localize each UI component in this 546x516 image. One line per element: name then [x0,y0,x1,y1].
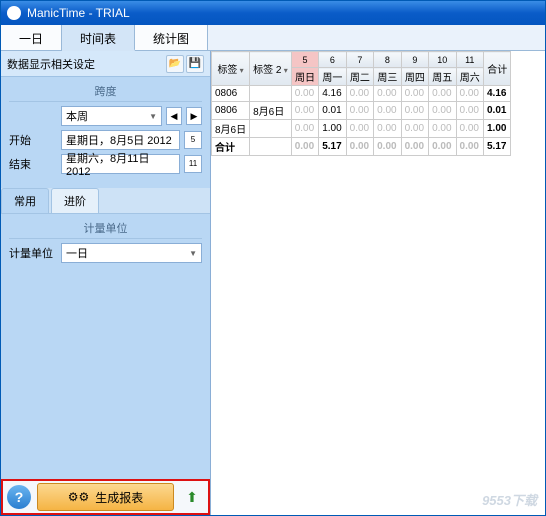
export-button[interactable]: ⬆ [180,485,204,509]
bottom-bar: ? ⚙⚙ 生成报表 ⬆ [1,479,210,515]
col-day-9[interactable]: 9 [401,52,428,68]
settings-header: 数据显示相关设定 [7,56,166,72]
table-row[interactable]: 08068月6日0.000.010.000.000.000.000.000.01 [212,102,511,120]
right-panel: 标签标签 2567891011合计周日周一周二周三周四周五周六08060.004… [211,51,545,515]
unit-label: 计量单位 [9,245,57,261]
col-day-8[interactable]: 8 [374,52,401,68]
generate-report-button[interactable]: ⚙⚙ 生成报表 [37,483,174,511]
col-tag1[interactable]: 标签 [212,52,250,86]
subtab-advanced[interactable]: 进阶 [51,188,99,213]
col-day-11[interactable]: 11 [456,52,483,68]
app-icon [7,6,21,20]
timesheet-grid[interactable]: 标签标签 2567891011合计周日周一周二周三周四周五周六08060.004… [211,51,511,156]
col-day-6[interactable]: 6 [319,52,346,68]
window-title: ManicTime - TRIAL [27,6,130,20]
tab-stats[interactable]: 统计图 [135,25,208,50]
period-dropdown[interactable]: 本周 [61,106,162,126]
table-row[interactable]: 8月6日0.001.000.000.000.000.000.001.00 [212,120,511,138]
help-button[interactable]: ? [7,485,31,509]
col-tag2[interactable]: 标签 2 [250,52,292,86]
start-label: 开始 [9,132,57,148]
start-calendar-icon[interactable]: 5 [184,131,202,149]
end-date-field[interactable]: 星期六，8月11日 2012 [61,154,180,174]
sub-tabs: 常用 进阶 [1,188,210,214]
end-calendar-icon[interactable]: 11 [184,155,202,173]
unit-section-title: 计量单位 [9,220,202,239]
col-day-10[interactable]: 10 [429,52,456,68]
col-total[interactable]: 合计 [484,52,511,86]
col-day-5[interactable]: 5 [291,52,318,68]
col-day-7[interactable]: 7 [346,52,373,68]
subtab-common[interactable]: 常用 [1,188,49,213]
table-row[interactable]: 08060.004.160.000.000.000.000.004.16 [212,86,511,102]
gears-icon: ⚙⚙ [68,490,90,504]
tab-day[interactable]: 一日 [1,25,62,50]
start-date-field[interactable]: 星期日，8月5日 2012 [61,130,180,150]
save-icon[interactable]: 💾 [186,55,204,73]
prev-period-button[interactable]: ◀ [166,107,182,125]
left-panel: 数据显示相关设定 📂 💾 跨度 本周 ◀ ▶ 开始 [1,51,211,515]
open-icon[interactable]: 📂 [166,55,184,73]
main-tabs: 一日 时间表 统计图 [1,25,545,51]
table-total-row: 合计0.005.170.000.000.000.000.005.17 [212,138,511,156]
unit-dropdown[interactable]: 一日 [61,243,202,263]
next-period-button[interactable]: ▶ [186,107,202,125]
end-label: 结束 [9,156,57,172]
span-title: 跨度 [9,83,202,102]
tab-timesheet[interactable]: 时间表 [62,25,135,51]
titlebar: ManicTime - TRIAL [1,1,545,25]
